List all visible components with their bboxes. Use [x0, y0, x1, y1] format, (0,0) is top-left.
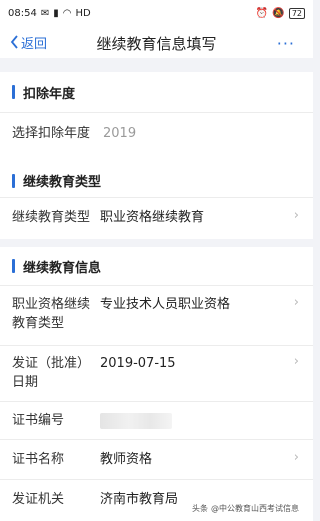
row-label: 发证（批准）日期 — [12, 356, 91, 390]
watermark: 头条 @中公教育山西考试信息 — [189, 502, 305, 515]
row-label: 继续教育类型 — [12, 210, 91, 225]
row-certificate-name[interactable]: 证书名称 教师资格 › — [0, 439, 313, 479]
spacer — [0, 239, 313, 247]
status-bar: 08:54 ✉ ▮ ◠ HD ⏰ 🔕 72 — [0, 0, 313, 26]
section-marker — [12, 259, 15, 273]
section-header-deduction-year: 扣除年度 — [0, 72, 313, 112]
wifi-icon: ◠ — [62, 7, 72, 19]
network-label: HD — [75, 7, 91, 19]
chevron-right-icon: › — [293, 208, 299, 223]
deduction-year-card: 扣除年度 选择扣除年度 2019 — [0, 72, 313, 168]
row-deduction-year[interactable]: 选择扣除年度 2019 — [0, 112, 313, 168]
row-label: 选择扣除年度 — [12, 126, 91, 141]
row-label: 发证机关 — [12, 492, 65, 507]
chevron-right-icon: › — [293, 450, 299, 465]
status-time: 08:54 — [8, 7, 37, 19]
section-marker — [12, 173, 15, 188]
watermark-text: @中公教育山西考试信息 — [211, 504, 299, 513]
section-marker — [12, 85, 15, 99]
watermark-prefix: 头条 — [192, 504, 208, 513]
battery-indicator: 72 — [288, 7, 305, 19]
education-type-card: 继续教育类型 继续教育类型 职业资格继续教育 › — [0, 164, 313, 239]
row-label: 证书编号 — [12, 413, 65, 428]
row-label: 证书名称 — [12, 452, 65, 467]
spacer — [0, 58, 313, 72]
chevron-right-icon: › — [293, 295, 299, 310]
redacted-value — [100, 413, 172, 429]
row-value: 2019-07-15 — [100, 356, 176, 371]
notification-icon: ✉ — [40, 7, 50, 19]
row-education-type[interactable]: 继续教育类型 职业资格继续教育 › — [0, 197, 313, 239]
row-value: 专业技术人员职业资格 — [100, 297, 231, 312]
row-value: 职业资格继续教育 — [100, 210, 205, 225]
more-button[interactable]: ··· — [277, 34, 295, 53]
row-value: 2019 — [103, 126, 137, 141]
section-header-education-info: 继续教育信息 — [0, 247, 313, 285]
certificate-number-input[interactable] — [100, 411, 313, 429]
row-qualification-type[interactable]: 职业资格继续教育类型 专业技术人员职业资格 › — [0, 285, 313, 345]
row-label: 职业资格继续教育类型 — [12, 297, 91, 331]
section-title: 继续教育信息 — [23, 260, 102, 276]
signal-icon: ▮ — [53, 7, 59, 19]
row-value: 教师资格 — [100, 452, 153, 467]
nav-bar: 返回 继续教育信息填写 ··· — [0, 26, 313, 58]
education-info-card: 继续教育信息 职业资格继续教育类型 专业技术人员职业资格 › 发证（批准）日期 … — [0, 247, 313, 521]
alarm-icon: ⏰ — [255, 7, 269, 19]
section-title: 继续教育类型 — [23, 175, 102, 190]
mute-icon: 🔕 — [272, 7, 285, 19]
section-title: 扣除年度 — [23, 86, 76, 102]
section-header-education-type: 继续教育类型 — [0, 164, 313, 197]
row-certificate-number[interactable]: 证书编号 — [0, 401, 313, 439]
chevron-right-icon: › — [293, 354, 299, 369]
row-issue-date[interactable]: 发证（批准）日期 2019-07-15 › — [0, 345, 313, 401]
page-title: 继续教育信息填写 — [96, 35, 217, 53]
